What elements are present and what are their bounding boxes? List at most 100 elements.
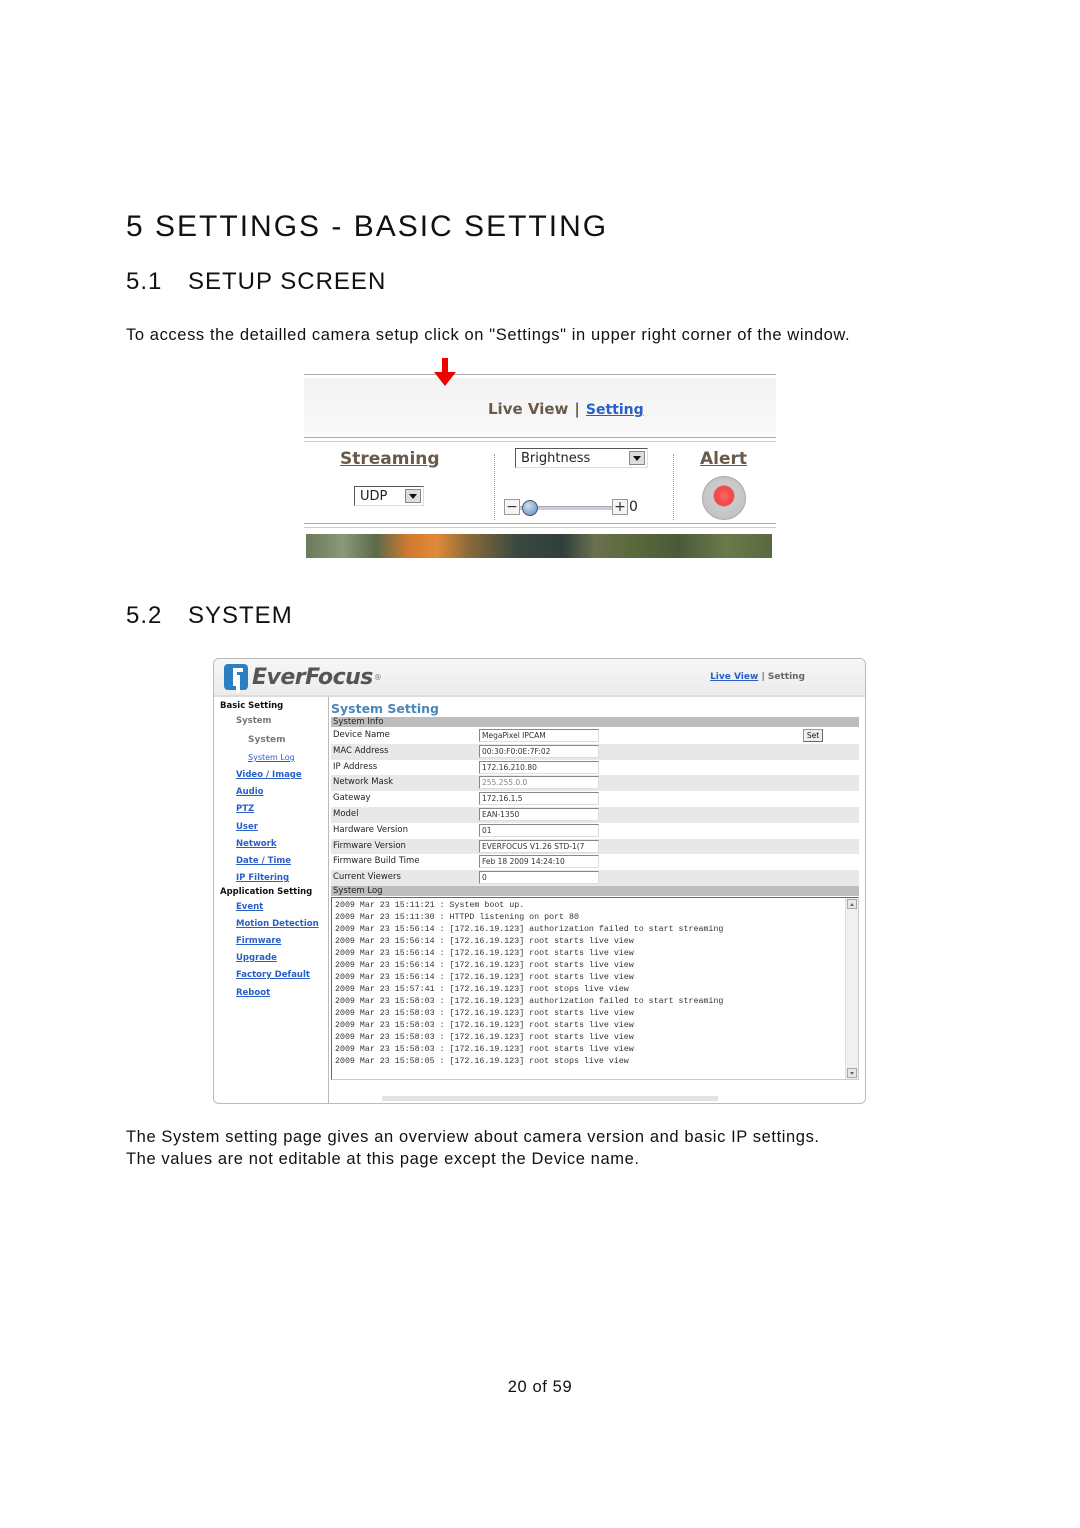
system-log-textarea[interactable]: 2009 Mar 23 15:11:21 : System boot up. 20… xyxy=(331,897,859,1080)
log-entry: 2009 Mar 23 15:58:03 : [172.16.19.123] a… xyxy=(335,997,724,1006)
sidebar-item-network[interactable]: Network xyxy=(236,839,276,849)
log-entry: 2009 Mar 23 15:11:21 : System boot up. xyxy=(335,901,525,910)
log-entry: 2009 Mar 23 15:58:03 : [172.16.19.123] r… xyxy=(335,1009,634,1018)
divider xyxy=(304,437,776,442)
sidebar-item-audio[interactable]: Audio xyxy=(236,787,263,797)
red-down-arrow-icon xyxy=(434,358,456,386)
decrease-button[interactable]: − xyxy=(504,499,520,515)
intro-paragraph: To access the detailled camera setup cli… xyxy=(126,326,851,344)
scroll-up-icon[interactable] xyxy=(847,899,857,909)
sidebar-item-system[interactable]: System xyxy=(248,735,286,745)
section-number: 5.2 xyxy=(126,602,163,629)
streaming-heading[interactable]: Streaming xyxy=(340,449,440,469)
info-row: Device Name MegaPixel IPCAM Set xyxy=(331,728,859,744)
sidebar-heading-application: Application Setting xyxy=(220,887,313,897)
info-row: Current Viewers 0 xyxy=(331,870,859,886)
description-line-1: The System setting page gives an overvie… xyxy=(126,1128,820,1146)
setting-link[interactable]: Setting xyxy=(586,402,644,418)
sidebar-item-date-time[interactable]: Date / Time xyxy=(236,856,291,866)
info-row: Firmware Build Time Feb 18 2009 14:24:10 xyxy=(331,854,859,870)
top-nav: Live View | Setting xyxy=(710,672,805,682)
top-nav: Live View | Setting xyxy=(488,400,644,418)
alert-record-button-icon[interactable] xyxy=(702,476,746,520)
page-number: 20 of 59 xyxy=(507,1378,573,1396)
everfocus-logo: EverFocus ® xyxy=(224,664,382,690)
sidebar-item-firmware[interactable]: Firmware xyxy=(236,936,281,946)
system-setting-screenshot: EverFocus ® Live View | Setting Basic Set… xyxy=(213,658,866,1104)
section-title: SETUP SCREEN xyxy=(188,268,387,295)
increase-button[interactable]: + xyxy=(612,499,628,515)
log-entry: 2009 Mar 23 15:58:03 : [172.16.19.123] r… xyxy=(335,1033,634,1042)
sidebar-group-system: System xyxy=(236,716,272,726)
sidebar-item-ip-filtering[interactable]: IP Filtering xyxy=(236,873,289,883)
logo-text: EverFocus xyxy=(252,664,373,690)
log-entry: 2009 Mar 23 15:56:14 : [172.16.19.123] r… xyxy=(335,949,634,958)
section-number: 5.1 xyxy=(126,268,163,295)
chevron-down-icon[interactable] xyxy=(629,451,645,465)
live-video-preview xyxy=(306,534,772,558)
slider-knob-icon[interactable] xyxy=(521,500,538,516)
sidebar-item-upgrade[interactable]: Upgrade xyxy=(236,953,277,963)
log-entry: 2009 Mar 23 15:11:30 : HTTPD listening o… xyxy=(335,913,579,922)
info-value-field: 00:30:F0:0E:7F:02 xyxy=(479,744,599,758)
info-label: MAC Address xyxy=(333,745,389,756)
image-adjust-select[interactable]: Brightness xyxy=(515,448,648,468)
info-row: Gateway 172.16.1.5 xyxy=(331,791,859,807)
log-entry: 2009 Mar 23 15:58:05 : [172.16.19.123] r… xyxy=(335,1057,629,1066)
device-name-input[interactable]: MegaPixel IPCAM xyxy=(479,729,599,742)
info-label: Device Name xyxy=(333,730,390,740)
sidebar-item-event[interactable]: Event xyxy=(236,902,263,912)
log-entry: 2009 Mar 23 15:56:14 : [172.16.19.123] r… xyxy=(335,973,634,982)
info-value-field: 172.16.210.80 xyxy=(479,760,599,774)
sidebar-item-ptz[interactable]: PTZ xyxy=(236,804,254,814)
info-label: Model xyxy=(333,809,359,819)
image-adjust-select-value: Brightness xyxy=(521,451,591,466)
sidebar-heading-basic: Basic Setting xyxy=(220,701,284,711)
horizontal-scrollbar[interactable] xyxy=(382,1096,718,1101)
system-log-bar: System Log xyxy=(331,886,859,896)
info-row: Model EAN-1350 xyxy=(331,807,859,823)
setting-current[interactable]: Setting xyxy=(768,672,805,682)
log-entry: 2009 Mar 23 15:56:14 : [172.16.19.123] r… xyxy=(335,937,634,946)
alert-heading[interactable]: Alert xyxy=(700,449,747,469)
sidebar-item-video-image[interactable]: Video / Image xyxy=(236,770,302,780)
page-title: System Setting xyxy=(331,701,439,716)
set-button[interactable]: Set xyxy=(803,729,823,742)
live-view-link[interactable]: Live View xyxy=(488,400,568,418)
info-value-field: 01 xyxy=(479,823,599,837)
info-row: Firmware Version EVERFOCUS V1.26 STD-1(7 xyxy=(331,838,859,855)
scroll-down-icon[interactable] xyxy=(847,1068,857,1078)
sidebar-item-system-log[interactable]: System Log xyxy=(248,753,295,762)
sidebar-item-reboot[interactable]: Reboot xyxy=(236,988,270,998)
live-view-link[interactable]: Live View xyxy=(710,672,758,682)
sidebar: Basic Setting System System System Log V… xyxy=(214,697,329,1103)
description-line-2: The values are not editable at this page… xyxy=(126,1150,640,1168)
sidebar-item-factory-default[interactable]: Factory Default xyxy=(236,970,310,980)
registered-mark: ® xyxy=(373,672,382,682)
section-heading-setup: 5.1 SETUP SCREEN xyxy=(126,268,386,296)
column-divider xyxy=(673,454,674,520)
brightness-value: 0 xyxy=(629,499,638,515)
log-entry: 2009 Mar 23 15:58:03 : [172.16.19.123] r… xyxy=(335,1021,634,1030)
chapter-heading: 5 SETTINGS - BASIC SETTING xyxy=(126,210,609,243)
sidebar-item-user[interactable]: User xyxy=(236,822,258,832)
info-row: MAC Address 00:30:F0:0E:7F:02 xyxy=(331,743,859,760)
info-value-field: Feb 18 2009 14:24:10 xyxy=(479,855,599,869)
info-value-field: 172.16.1.5 xyxy=(479,792,599,806)
info-label: Network Mask xyxy=(333,777,394,788)
protocol-select-value: UDP xyxy=(360,489,388,504)
sidebar-item-motion-detection[interactable]: Motion Detection xyxy=(236,919,319,929)
everfocus-logo-icon xyxy=(224,664,248,690)
nav-separator: | xyxy=(761,672,765,682)
column-divider xyxy=(494,454,495,520)
vertical-scrollbar[interactable] xyxy=(845,898,858,1079)
info-label: IP Address xyxy=(333,761,378,772)
log-entry: 2009 Mar 23 15:58:03 : [172.16.19.123] r… xyxy=(335,1045,634,1054)
info-value-field: EVERFOCUS V1.26 STD-1(7 xyxy=(479,839,599,853)
chevron-down-icon[interactable] xyxy=(405,489,421,503)
section-title: SYSTEM xyxy=(188,602,293,629)
info-label: Firmware Version xyxy=(333,840,406,851)
protocol-select[interactable]: UDP xyxy=(354,486,424,506)
info-row: IP Address 172.16.210.80 xyxy=(331,760,859,776)
divider xyxy=(304,523,776,528)
